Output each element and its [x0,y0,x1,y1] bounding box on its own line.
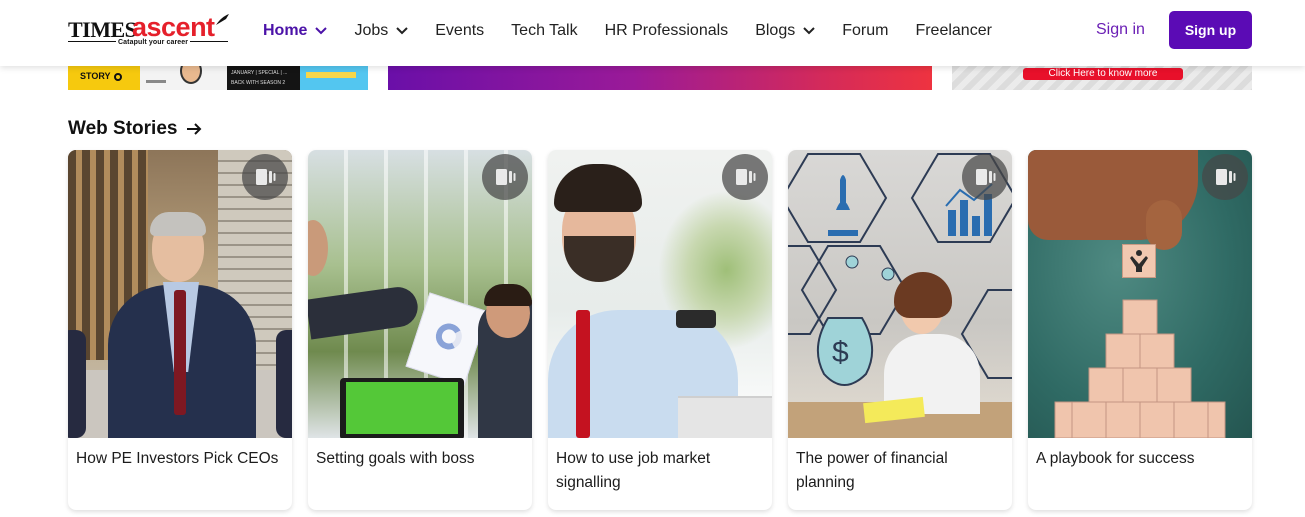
promo-tile-blue-bar [306,72,356,78]
tie-shape [174,290,186,415]
promo-tile-dark: JANUARY | SPECIAL | ... BACK WITH SEASON… [227,66,300,90]
nav-item-label: Events [435,22,485,39]
nav-item-label: Freelancer [915,22,992,39]
hair-shape [150,212,206,236]
web-stories-heading[interactable]: Web Stories [68,118,202,140]
promo-tile-story: STORY [68,66,140,90]
nav-item-hr-professionals[interactable]: HR Professionals [605,22,729,40]
nav-item-events[interactable]: Events [435,22,484,40]
promo-banner-gradient[interactable] [388,66,932,90]
web-story-icon [1202,154,1248,200]
story-card[interactable]: How PE Investors Pick CEOs [68,150,292,510]
nav-item-label: Blogs [755,22,796,39]
web-stories-title: Web Stories [68,118,178,139]
story-card[interactable]: $ The power of financial planning [788,150,1012,510]
watch-shape [676,310,716,328]
story-card-title: Setting goals with boss [316,450,475,467]
nav-item-label: Forum [842,22,889,39]
promo-tile-dark-subtext: BACK WITH SEASON 2 [231,80,286,86]
sign-in-link[interactable]: Sign in [1096,21,1145,39]
nav-item-label: HR Professionals [604,22,729,39]
story-card-title: How to use job market signalling [556,450,711,491]
nav-item-tech-talk[interactable]: Tech Talk [511,22,577,40]
chevron-down-icon [803,27,815,35]
sign-up-button[interactable]: Sign up [1169,11,1252,49]
main-nav: Home Jobs Events Tech Talk HR Profession… [263,0,1019,62]
promo-tile-blue [300,66,368,90]
story-card[interactable]: How to use job market signalling [548,150,772,510]
keyboard-shape [678,396,772,438]
nav-item-forum[interactable]: Forum [842,22,888,40]
promo-banner-right[interactable]: Click Here to know more [952,66,1252,90]
times-ascent-logo[interactable]: TIMES ascent Catapult your career [68,12,229,47]
nav-item-blogs[interactable]: Blogs [755,22,815,40]
promo-tile-dots [146,80,166,83]
story-card[interactable]: A playbook for success [1028,150,1252,510]
story-card-title: A playbook for success [1036,450,1195,467]
person-shape [276,330,292,438]
nav-item-home[interactable]: Home [263,22,328,40]
chevron-down-icon [396,27,408,35]
web-story-icon [242,154,288,200]
web-story-icon [722,154,768,200]
tie-shape [576,310,590,438]
nav-item-label: Jobs [354,22,389,39]
nav-item-label: Tech Talk [511,22,578,39]
logo-tagline: Catapult your career [116,39,191,46]
story-card-title: The power of financial planning [796,450,948,491]
arrow-right-icon [187,123,202,135]
nav-item-label: Home [263,22,308,39]
promo-tile-dark-text: JANUARY | SPECIAL | ... [231,70,288,76]
site-header: TIMES ascent Catapult your career Home J… [0,0,1305,66]
svg-text:$: $ [832,336,849,369]
chevron-down-icon [315,27,328,35]
web-story-icon [962,154,1008,200]
hair-shape [554,164,642,212]
story-card-title: How PE Investors Pick CEOs [76,450,279,467]
know-more-cta[interactable]: Click Here to know more [1023,68,1183,80]
logo-swoosh-icon [216,14,229,25]
story-card[interactable]: Setting goals with boss [308,150,532,510]
nav-item-freelancer[interactable]: Freelancer [915,22,991,40]
play-icon [114,73,122,81]
web-stories-carousel: How PE Investors Pick CEOs Setting goals… [68,150,1252,517]
nav-item-jobs[interactable]: Jobs [354,22,408,40]
promo-tile-story-text: STORY [80,71,111,81]
web-story-icon [482,154,528,200]
laptop-screen-shape [346,382,458,434]
person-shape [68,330,86,438]
hair-shape [484,284,532,306]
cartoon-face-image [180,66,202,84]
promo-tile-avatar [140,66,227,90]
beard-shape [564,236,634,282]
promo-banner-left[interactable]: STORY JANUARY | SPECIAL | ... BACK WITH … [68,66,368,90]
